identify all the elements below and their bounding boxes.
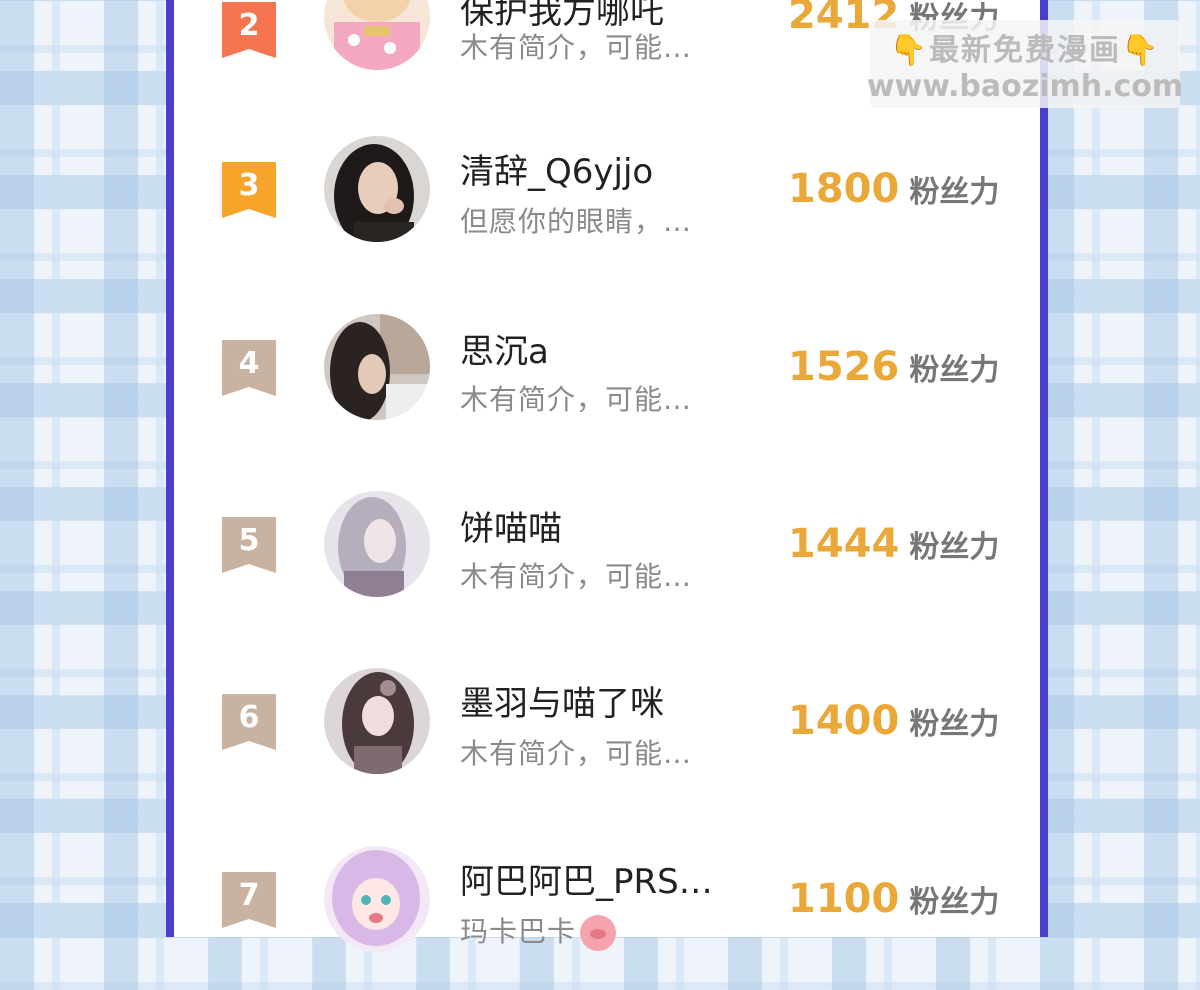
avatar[interactable] — [324, 314, 430, 420]
fan-power-score: 1444 粉丝力 — [788, 521, 999, 567]
avatar-anime-girl-silver-hair-image — [324, 491, 430, 597]
user-bio: 但愿你的眼睛，… — [460, 205, 693, 238]
score-value: 1526 — [788, 344, 900, 390]
rank-badge: 3 — [222, 162, 276, 218]
user-name: 思沉a — [460, 332, 549, 372]
user-bio: 木有简介，可能… — [460, 383, 693, 416]
avatar-photo-girl-dark-hair-image — [324, 136, 430, 242]
list-item[interactable]: 7 阿巴阿巴_PRS… 玛卡巴卡 1100 粉丝力 — [174, 820, 1040, 990]
watermark: 👇最新免费漫画👇 www.baozimh.com — [866, 20, 1184, 108]
user-name: 清辞_Q6yjjo — [460, 152, 654, 192]
user-name: 墨羽与喵了咪 — [460, 684, 664, 724]
pointing-down-icon: 👇 — [1121, 32, 1161, 68]
watermark-url: www.baozimh.com — [866, 68, 1184, 104]
avatar-anime-girl-kimono-image — [324, 0, 430, 70]
score-value: 1400 — [788, 698, 900, 744]
rank-badge: 6 — [222, 694, 276, 750]
score-unit: 粉丝力 — [909, 707, 1000, 742]
list-item[interactable]: 5 饼喵喵 木有简介，可能… 1444 粉丝力 — [174, 465, 1040, 635]
score-value: 1100 — [788, 876, 900, 922]
score-value: 1444 — [788, 521, 900, 567]
list-item[interactable]: 6 墨羽与喵了咪 木有简介，可能… 1400 粉丝力 — [174, 642, 1040, 812]
score-unit: 粉丝力 — [909, 530, 1000, 565]
fan-power-score: 1400 粉丝力 — [788, 698, 999, 744]
avatar[interactable] — [324, 0, 430, 70]
user-bio: 玛卡巴卡 — [460, 910, 617, 951]
fan-power-score: 1100 粉丝力 — [788, 876, 999, 922]
avatar-anime-girl-dark-image — [324, 668, 430, 774]
rank-badge: 2 — [222, 2, 276, 58]
list-item[interactable]: 3 清辞_Q6yjjo 但愿你的眼睛，… 1800 粉丝力 — [174, 110, 1040, 280]
bio-text: 玛卡巴卡 — [460, 915, 577, 948]
avatar[interactable] — [324, 136, 430, 242]
user-bio: 木有简介，可能… — [460, 560, 693, 593]
score-value: 1800 — [788, 166, 900, 212]
score-unit: 粉丝力 — [909, 885, 1000, 920]
pointing-down-icon: 👇 — [889, 32, 929, 68]
fan-power-score: 1800 粉丝力 — [788, 166, 999, 212]
rank-badge: 5 — [222, 517, 276, 573]
ranking-panel: 2 保护我方哪吒 木有简介，可能… 2412 粉丝力 3 清辞_Q6yjjo 但… — [166, 0, 1048, 952]
score-unit: 粉丝力 — [909, 353, 1000, 388]
avatar[interactable] — [324, 668, 430, 774]
pig-emoji-icon — [580, 915, 617, 951]
avatar[interactable] — [324, 846, 430, 952]
user-bio: 木有简介，可能… — [460, 737, 693, 770]
user-bio: 木有简介，可能… — [460, 31, 693, 64]
rank-badge: 7 — [222, 872, 276, 928]
rank-badge: 4 — [222, 340, 276, 396]
list-item[interactable]: 4 思沉a 木有简介，可能… 1526 粉丝力 — [174, 288, 1040, 458]
avatar-photo-girl-profile-image — [324, 314, 430, 420]
score-unit: 粉丝力 — [909, 175, 1000, 210]
user-name: 饼喵喵 — [460, 509, 562, 549]
watermark-title: 👇最新免费漫画👇 — [890, 25, 1161, 69]
user-name: 阿巴阿巴_PRS… — [460, 862, 713, 902]
fan-power-score: 1526 粉丝力 — [788, 344, 999, 390]
avatar[interactable] — [324, 491, 430, 597]
watermark-title-text: 最新免费漫画 — [929, 32, 1121, 68]
avatar-anime-girl-pink-hair-image — [324, 846, 430, 952]
